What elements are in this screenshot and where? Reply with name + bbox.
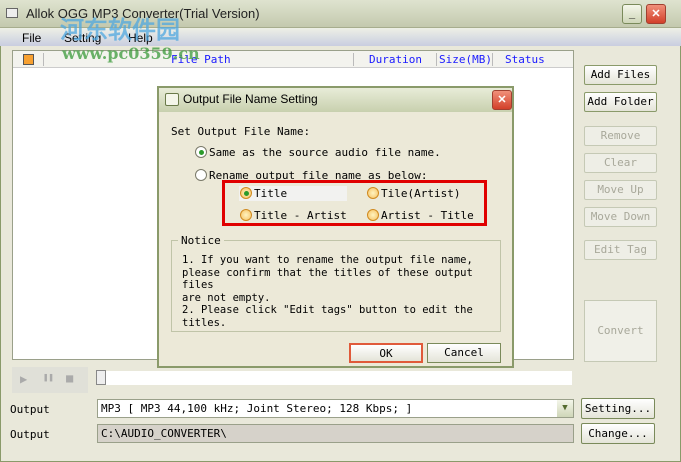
output-file-name-dialog: Output File Name Setting ✕ Set Output Fi… [157,86,514,368]
move-down-button[interactable]: Move Down [584,207,657,227]
format-artist-title-label[interactable]: Artist - Title [381,209,474,222]
select-all-checkbox[interactable] [23,54,34,65]
notice-title: Notice [178,234,224,247]
dialog-close-button[interactable]: ✕ [492,90,512,110]
output-format-select[interactable]: MP3 [ MP3 44,100 kHz; Joint Stereo; 128 … [97,399,574,418]
watermark-name: 河东软件园 [60,15,180,44]
radio-format-tile-artist[interactable] [367,187,379,199]
move-up-button[interactable]: Move Up [584,180,657,200]
set-name-heading: Set Output File Name: [171,125,311,138]
notice-text: 1. If you want to rename the output file… [182,254,473,329]
change-button[interactable]: Change... [581,423,655,444]
radio-same-name[interactable] [195,146,207,158]
add-folder-button[interactable]: Add Folder [584,92,657,112]
format-title-artist-label[interactable]: Title - Artist [254,209,347,222]
watermark-url: www.pc0359.cn [62,44,200,63]
seek-thumb[interactable] [96,370,106,385]
minimize-button[interactable]: _ [622,4,642,24]
output-folder-field[interactable]: C:\AUDIO_CONVERTER\ [97,424,574,443]
dialog-title: Output File Name Setting [183,92,318,106]
pause-icon[interactable]: ❚❚ [43,373,54,383]
close-button[interactable]: ✕ [646,4,666,24]
output-folder-label: Output [10,428,50,441]
radio-format-title[interactable] [240,187,252,199]
col-status[interactable]: Status [505,53,545,66]
radio-format-title-artist[interactable] [240,209,252,221]
clear-button[interactable]: Clear [584,153,657,173]
stop-icon[interactable]: ■ [66,371,73,385]
format-tile-artist-label[interactable]: Tile(Artist) [381,187,460,200]
cancel-button[interactable]: Cancel [427,343,501,363]
menu-file[interactable]: File [22,31,41,45]
watermark-logo: 河东软件园 [60,10,180,45]
remove-button[interactable]: Remove [584,126,657,146]
seek-slider[interactable] [96,371,572,385]
format-title-label[interactable]: Title [254,187,287,200]
ok-button[interactable]: OK [349,343,423,363]
dialog-menu-icon[interactable] [165,93,179,106]
col-size[interactable]: Size(MB) [439,53,492,66]
notice-group: Notice 1. If you want to rename the outp… [171,234,501,332]
play-icon[interactable]: ▶ [20,372,27,386]
add-files-button[interactable]: Add Files [584,65,657,85]
app-icon [6,8,18,18]
edit-tag-button[interactable]: Edit Tag [584,240,657,260]
convert-button[interactable]: Convert [584,300,657,362]
setting-button[interactable]: Setting... [581,398,655,419]
radio-format-artist-title[interactable] [367,209,379,221]
radio-same-name-label[interactable]: Same as the source audio file name. [209,146,441,159]
output-format-label: Output [10,403,50,416]
chevron-down-icon[interactable]: ▼ [557,400,573,417]
radio-rename[interactable] [195,169,207,181]
col-duration[interactable]: Duration [369,53,422,66]
